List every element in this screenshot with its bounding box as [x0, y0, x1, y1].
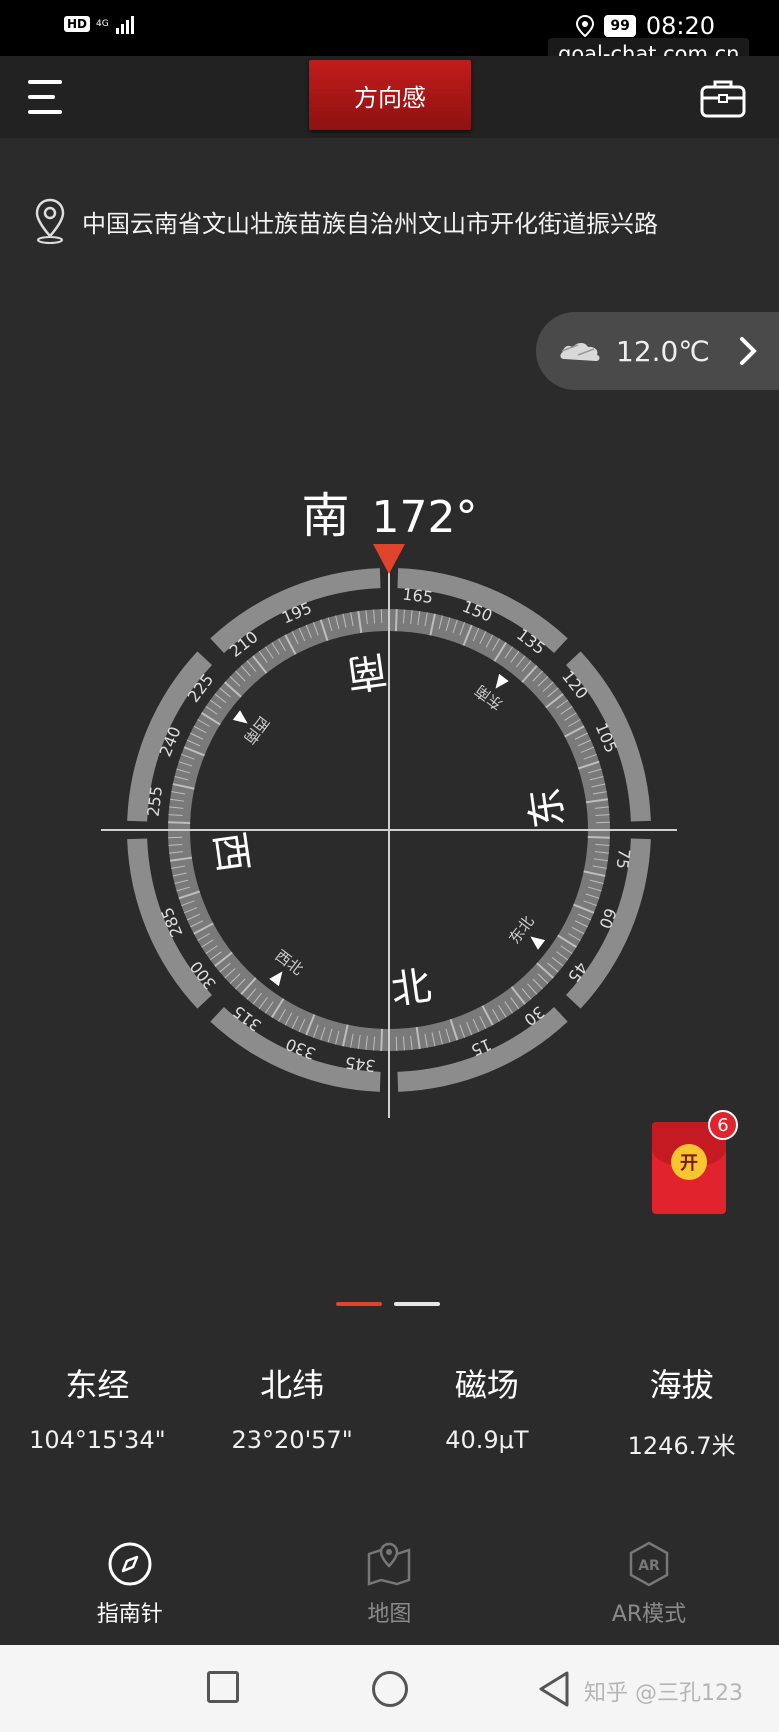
pager-dot[interactable] [394, 1302, 440, 1306]
nav-label: 指南针 [96, 1602, 163, 1627]
stat-longitude: 东经 104°15'34" [0, 1360, 195, 1461]
compass-dial: 1530456075105120135150165195210225240255… [101, 544, 677, 1118]
hd-indicator: HD [64, 16, 91, 32]
weather-chip[interactable]: 12.0℃ [536, 312, 779, 390]
stat-label: 海拔 [649, 1366, 714, 1404]
back-icon[interactable] [536, 1669, 572, 1709]
address-text: 中国云南省文山壮族苗族自治州文山市开化街道振兴路 [82, 209, 658, 238]
bottom-nav: 指南针 地图 AR AR模式 [0, 1540, 779, 1645]
stat-value: 40.9μT [445, 1426, 529, 1454]
signal-icon [116, 14, 135, 34]
map-icon [368, 1542, 411, 1586]
intercardinal-label-northeast: 东北 [505, 912, 537, 947]
cardinal-label-east: 东 [522, 785, 573, 831]
stat-magnetic-field: 磁场 40.9μT [390, 1360, 585, 1461]
map-pin-icon [35, 198, 65, 244]
stat-altitude: 海拔 1246.7米 [584, 1360, 779, 1461]
degree-label: 165 [401, 584, 434, 607]
stat-value: 23°20'57" [231, 1426, 353, 1454]
pager-dot[interactable] [336, 1302, 382, 1306]
nav-item-compass[interactable]: 指南针 [0, 1540, 260, 1645]
dial-tick [168, 821, 191, 825]
home-button[interactable] [372, 1671, 408, 1707]
intercardinal-label-southeast: 东南 [471, 681, 506, 713]
degree-label: 75 [613, 847, 634, 870]
nav-label: 地图 [367, 1602, 412, 1627]
ar-icon: AR [629, 1541, 669, 1587]
cardinal-label-south: 南 [344, 646, 390, 697]
dial-tick [587, 835, 610, 839]
chevron-right-icon [740, 337, 757, 365]
app-header: 方向感 [0, 56, 779, 138]
intercardinal-marker [269, 971, 283, 987]
nav-label: AR模式 [611, 1602, 687, 1627]
stats-row: 东经 104°15'34" 北纬 23°20'57" 磁场 40.9μT 海拔 … [0, 1360, 779, 1461]
stat-latitude: 北纬 23°20'57" [195, 1360, 390, 1461]
menu-button[interactable] [28, 80, 62, 114]
stat-value: 1246.7米 [627, 1432, 736, 1460]
address-row: 中国云南省文山壮族苗族自治州文山市开化街道振兴路 [34, 198, 658, 244]
intercardinal-marker [530, 936, 546, 950]
degree-label: 345 [344, 1053, 377, 1076]
dial-tick [380, 1028, 384, 1051]
red-packet-badge: 6 [708, 1110, 738, 1140]
location-icon [576, 15, 595, 37]
watermark-zhihu: 知乎 @三孔123 [584, 1681, 743, 1706]
stat-label: 北纬 [260, 1366, 325, 1404]
briefcase-icon[interactable] [700, 78, 746, 118]
temperature: 12.0℃ [616, 334, 710, 368]
cloud-icon [560, 342, 600, 361]
network-type: 4G [96, 18, 109, 29]
pager-dots [336, 1302, 440, 1306]
red-packet-coin: 开 [671, 1144, 707, 1180]
intercardinal-label-northwest: 西北 [272, 946, 307, 978]
red-packet-button[interactable]: 开 6 [652, 1110, 738, 1214]
dial-tick [394, 609, 398, 632]
recents-button[interactable] [207, 1671, 239, 1703]
title-button[interactable]: 方向感 [309, 60, 471, 130]
system-nav-bar: 知乎 @三孔123 [0, 1645, 779, 1732]
intercardinal-label-southwest: 西南 [240, 713, 272, 748]
nav-item-ar[interactable]: AR AR模式 [519, 1540, 779, 1645]
intercardinal-marker [495, 673, 509, 689]
cardinal-label-north: 北 [388, 963, 434, 1014]
status-left: HD 4G [64, 14, 135, 34]
stat-label: 东经 [65, 1366, 130, 1404]
battery-indicator: 99 [604, 15, 636, 37]
clock: 08:20 [645, 12, 715, 40]
intercardinal-marker [232, 710, 248, 724]
nav-item-map[interactable]: 地图 [260, 1540, 520, 1645]
degree-label: 255 [143, 785, 166, 818]
status-right: 99 08:20 [576, 12, 715, 40]
svg-text:AR: AR [638, 1558, 660, 1574]
stat-value: 104°15'34" [29, 1426, 166, 1454]
stat-label: 磁场 [454, 1366, 519, 1404]
cardinal-label-west: 西 [205, 829, 256, 875]
compass-icon [108, 1542, 152, 1586]
